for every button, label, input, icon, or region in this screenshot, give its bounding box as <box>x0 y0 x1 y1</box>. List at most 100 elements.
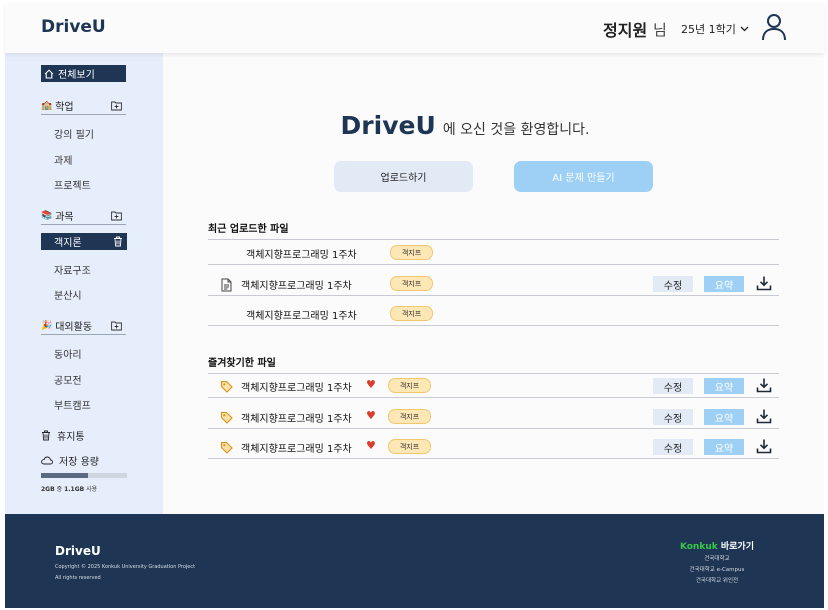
file-name[interactable]: 객체지향프로그래밍 1주차 <box>246 246 357 261</box>
heart-icon[interactable]: ♥ <box>366 440 376 452</box>
file-name[interactable]: 객체지향프로그래밍 1주차 <box>241 410 352 425</box>
section-title: 대외활동 <box>55 322 93 333</box>
sidebar-item-distributed-systems[interactable]: 분산시 <box>54 287 82 302</box>
sidebar-item-label: 전체보기 <box>58 70 95 81</box>
edit-button[interactable]: 수정 <box>653 276 693 292</box>
file-row[interactable]: 객체지향프로그래밍 1주차 객지프 <box>208 302 779 326</box>
file-name[interactable]: 객체지향프로그래밍 1주차 <box>241 379 352 394</box>
row-divider <box>208 264 779 265</box>
summary-button[interactable]: 요약 <box>704 409 744 425</box>
folder-plus-icon[interactable] <box>111 100 122 111</box>
sidebar-item-data-structures[interactable]: 자료구조 <box>54 262 91 277</box>
file-tag[interactable]: 객지프 <box>390 276 433 291</box>
upload-button[interactable]: 업로드하기 <box>334 161 473 192</box>
storage-progress-bar <box>41 473 127 478</box>
footer-link-wiki[interactable]: 건국대학교 위인전 <box>680 578 754 585</box>
sidebar-item-club[interactable]: 동아리 <box>54 346 82 361</box>
file-row[interactable]: 객체지향프로그래밍 1주차 ♥ 객지프 수정 요약 <box>208 374 779 398</box>
file-name[interactable]: 객체지향프로그래밍 1주차 <box>246 307 357 322</box>
footer-link-ecampus[interactable]: 건국대학교 e-Campus <box>680 567 754 574</box>
footer-rights: All rights reserved <box>55 575 101 581</box>
summary-button[interactable]: 요약 <box>704 378 744 394</box>
file-name[interactable]: 객체지향프로그래밍 1주차 <box>241 277 352 292</box>
folder-plus-icon[interactable] <box>111 210 122 221</box>
row-divider <box>208 325 779 326</box>
user-icon[interactable] <box>761 13 787 41</box>
storage-progress-fill <box>41 473 89 478</box>
storage-suffix: 사용 <box>86 486 98 493</box>
cloud-icon <box>41 456 53 465</box>
user-name: 정지원 <box>603 21 648 40</box>
sidebar-section-activities[interactable]: 🎉 대외활동 <box>41 317 126 335</box>
file-tag[interactable]: 객지프 <box>390 306 433 321</box>
section-divider <box>208 239 779 240</box>
file-row[interactable]: 객체지향프로그래밍 1주차 ♥ 객지프 수정 요약 <box>208 435 779 459</box>
trash-icon[interactable] <box>113 236 123 247</box>
storage-usage-text: 2GB 중 1.1GB 사용 <box>41 484 97 493</box>
file-tag[interactable]: 객지프 <box>388 409 431 424</box>
sidebar-item-oop[interactable]: 객지론 <box>41 233 127 250</box>
edit-button[interactable]: 수정 <box>653 409 693 425</box>
semester-label: 25년 1학기 <box>681 23 736 36</box>
summary-button[interactable]: 요약 <box>704 439 744 455</box>
heart-icon[interactable]: ♥ <box>366 379 376 391</box>
books-icon: 📚 <box>41 210 53 221</box>
edit-button[interactable]: 수정 <box>653 439 693 455</box>
footer: DriveU Copyright © 2025 Konkuk Universit… <box>5 514 824 608</box>
file-row[interactable]: 객체지향프로그래밍 1주차 객지프 <box>208 241 779 265</box>
sidebar-item-contest[interactable]: 공모전 <box>54 372 82 387</box>
row-divider <box>208 428 779 429</box>
recent-files-title: 최근 업로드한 파일 <box>208 224 289 235</box>
shortcuts-title: Konkuk 바로가기 <box>680 539 754 552</box>
summary-button[interactable]: 요약 <box>704 276 744 292</box>
row-divider <box>208 397 779 398</box>
sidebar-item-lecture-notes[interactable]: 강의 필기 <box>54 126 94 141</box>
sidebar-section-study[interactable]: 🏫 학업 <box>41 97 126 115</box>
sidebar-item-projects[interactable]: 프로젝트 <box>54 177 91 192</box>
shortcuts-label: 바로가기 <box>720 542 754 552</box>
file-row[interactable]: 객체지향프로그래밍 1주차 객지프 수정 요약 <box>208 272 779 296</box>
footer-logo: DriveU <box>55 544 101 558</box>
party-icon: 🎉 <box>41 320 53 331</box>
download-icon[interactable] <box>756 275 772 291</box>
edit-button[interactable]: 수정 <box>653 378 693 394</box>
file-row[interactable]: 객체지향프로그래밍 1주차 ♥ 객지프 수정 요약 <box>208 405 779 429</box>
file-tag[interactable]: 객지프 <box>388 439 431 454</box>
chevron-down-icon <box>740 26 749 32</box>
sidebar-item-trash[interactable]: 휴지통 <box>41 428 85 443</box>
sidebar-item-bootcamp[interactable]: 부트캠프 <box>54 397 91 412</box>
download-icon[interactable] <box>756 408 772 424</box>
welcome-brand: DriveU <box>340 111 436 140</box>
sidebar-section-subjects[interactable]: 📚 과목 <box>41 207 126 225</box>
row-divider <box>208 295 779 296</box>
download-icon[interactable] <box>756 438 772 454</box>
sidebar-item-assignments[interactable]: 과제 <box>54 152 72 167</box>
welcome-text: 에 오신 것을 환영합니다. <box>442 122 590 138</box>
row-divider <box>208 458 779 459</box>
tag-icon <box>220 440 233 454</box>
semester-select[interactable]: 25년 1학기 <box>681 21 749 37</box>
ai-quiz-button[interactable]: AI 문제 만들기 <box>514 161 653 192</box>
file-name[interactable]: 객체지향프로그래밍 1주차 <box>241 440 352 455</box>
app-logo[interactable]: DriveU <box>41 17 106 37</box>
file-tag[interactable]: 객지프 <box>390 245 433 260</box>
tag-icon <box>220 379 233 393</box>
heart-icon[interactable]: ♥ <box>366 410 376 422</box>
footer-copyright: Copyright © 2025 Konkuk University Gradu… <box>55 564 196 570</box>
sidebar-item-all[interactable]: 전체보기 <box>41 65 126 82</box>
footer-shortcuts: Konkuk 바로가기 건국대학교 건국대학교 e-Campus 건국대학교 위… <box>680 539 754 585</box>
file-tag[interactable]: 객지프 <box>388 378 431 393</box>
tag-icon <box>220 410 233 424</box>
folder-plus-icon[interactable] <box>111 320 122 331</box>
download-icon[interactable] <box>756 377 772 393</box>
document-icon <box>220 277 233 292</box>
home-icon <box>44 68 54 79</box>
welcome-heading: DriveU 에 오신 것을 환영합니다. <box>165 111 765 140</box>
footer-link-konkuk[interactable]: 건국대학교 <box>680 556 754 563</box>
sidebar: 전체보기 🏫 학업 강의 필기 과제 프로젝트 📚 과목 객지론 자료구조 분산… <box>5 53 163 514</box>
storage-mid: 중 <box>56 486 63 493</box>
top-header: DriveU 정지원 님 25년 1학기 <box>5 3 824 53</box>
storage-total: 1.1GB <box>64 486 85 493</box>
user-honorific: 님 <box>653 21 667 39</box>
section-title: 학업 <box>55 102 74 113</box>
